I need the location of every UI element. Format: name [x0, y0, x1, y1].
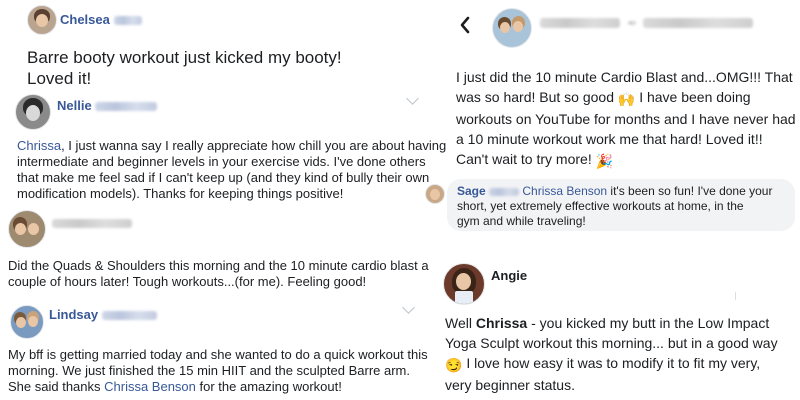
redacted-surname: [101, 311, 157, 321]
post-line: Loved it!: [27, 69, 92, 88]
post-body-quads: Did the Quads & Shoulders this morning a…: [8, 258, 429, 290]
author-name-chelsea[interactable]: Chelsea: [60, 12, 142, 27]
chevron-left-icon: [460, 16, 470, 34]
avatar-sender[interactable]: [492, 8, 532, 48]
post-line: couple of hours later! Tough workouts...…: [8, 274, 367, 289]
avatar-nellie[interactable]: [15, 94, 51, 130]
post-body-chelsea: Barre booty workout just kicked my booty…: [27, 47, 342, 89]
mention-chrissa-benson[interactable]: Chrissa Benson: [104, 379, 196, 394]
redacted-surname: [95, 102, 158, 112]
redacted-surname: [113, 16, 142, 26]
post-line: modification models). Thanks for keeping…: [17, 186, 344, 201]
comment-line: gym and while traveling!: [457, 214, 586, 228]
post-line: very beginner status.: [445, 377, 575, 393]
author-name-angie[interactable]: Angie: [491, 268, 527, 283]
avatar-redacted[interactable]: [8, 210, 46, 248]
post-line: that make me feel sad if I can't keep up…: [17, 170, 430, 185]
redacted-name: [52, 219, 132, 229]
chevron-down-icon[interactable]: [402, 301, 415, 314]
message-line: I just did the 10 minute Cardio Blast an…: [456, 69, 793, 85]
mention-chrissa[interactable]: Chrissa: [17, 138, 61, 153]
chevron-down-icon[interactable]: [406, 92, 419, 105]
author-name-lindsay[interactable]: Lindsay: [49, 307, 157, 322]
comment-line: short, yet extremely effective workouts …: [457, 199, 744, 213]
redacted-name: [643, 17, 754, 28]
mention-chrissa-benson[interactable]: Chrissa Benson: [522, 184, 607, 198]
post-line: My bff is getting married today and she …: [8, 347, 428, 362]
avatar-chelsea[interactable]: [27, 5, 57, 35]
post-body-angie: Well Chrissa - you kicked my butt in the…: [445, 315, 778, 393]
comment-body-sage: Sage Chrissa Benson it's been so fun! I'…: [457, 184, 773, 228]
message-body: I just did the 10 minute Cardio Blast an…: [456, 69, 796, 169]
post-line: Did the Quads & Shoulders this morning a…: [8, 258, 429, 273]
smirk-face-icon: 😏: [445, 357, 463, 373]
redacted-surname: [489, 187, 520, 196]
post-line: Barre booty workout just kicked my booty…: [27, 48, 342, 67]
redacted-name: [627, 20, 636, 25]
raised-hands-icon: 🙌: [617, 91, 636, 107]
redacted-name: [540, 17, 620, 28]
message-line: workouts on YouTube for months and I hav…: [456, 111, 796, 127]
post-body-lindsay: My bff is getting married today and she …: [8, 347, 428, 394]
bold-name: Chrissa: [475, 315, 528, 331]
sender-name[interactable]: [540, 14, 754, 29]
author-name-redacted[interactable]: [52, 216, 132, 230]
post-line: Yoga Sculpt workout this morning... but …: [445, 335, 778, 351]
avatar-angie[interactable]: [443, 263, 485, 305]
author-name-sage[interactable]: Sage: [457, 184, 486, 198]
post-body-nellie: Chrissa, I just wanna say I really appre…: [17, 138, 447, 201]
avatar-sage[interactable]: [425, 184, 445, 204]
author-name-nellie[interactable]: Nellie: [57, 98, 158, 113]
post-line: morning. We just finished the 15 min HII…: [8, 363, 410, 378]
message-line: a 10 minute workout work me that hard! L…: [456, 131, 763, 147]
divider: [735, 292, 736, 300]
avatar-lindsay[interactable]: [10, 305, 44, 339]
party-popper-icon: 🎉: [595, 153, 614, 169]
post-line: intermediate and beginner levels in your…: [17, 154, 426, 169]
back-button[interactable]: [458, 14, 472, 36]
